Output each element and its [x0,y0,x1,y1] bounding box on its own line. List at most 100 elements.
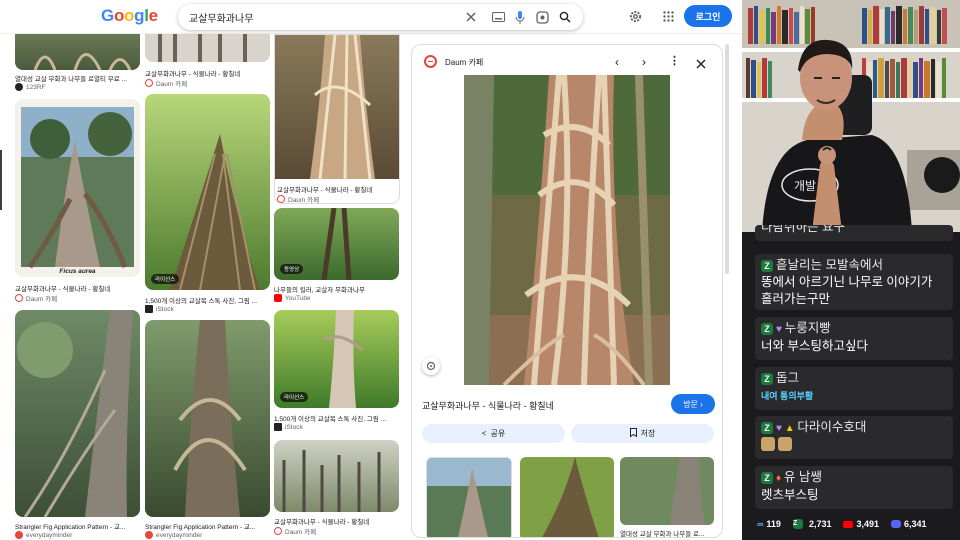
share-button[interactable]: < 공유 [422,424,565,443]
next-image-icon[interactable]: › [642,55,646,69]
result-title[interactable]: Strangler Fig Application Pattern - 교... [15,521,140,531]
keyboard-icon[interactable] [488,7,508,27]
save-button[interactable]: 저장 [571,424,714,443]
license-badge: 라이선스 [151,274,180,284]
related-caption[interactable]: 열대성 교살 무화과 나무들 로... [620,528,714,537]
result-source: Daum 카페 [274,526,316,536]
settings-gear-icon[interactable] [624,5,646,27]
result-thumbnail[interactable] [15,34,140,70]
source-name: Daum 카페 [288,197,320,204]
image-preview-panel: Daum 카페 ‹ › ⋮ 교살무화과나무 - 식물나라 - 황칠네 방문 › … [411,44,723,538]
image-result-card[interactable]: Strangler Fig Application Pattern - 교...… [15,310,140,540]
zee-badge-icon: Z [761,372,773,385]
save-label: 저장 [640,429,656,438]
result-thumbnail[interactable] [145,34,270,62]
image-result-card[interactable]: 교살무화과나무 - 식물나라 - 황칠네 Daum 카페 [274,440,399,540]
result-thumbnail[interactable]: 라이선스 [145,94,270,290]
istock-favicon-icon [274,423,282,431]
source-favicon-icon [145,531,153,539]
selected-image-result-card[interactable]: 교살무화과나무 - 식물나라 - 황칠네 Daum 카페 [274,34,400,204]
result-title[interactable]: 1,500개 이상의 교살목 스톡 사진, 그림 ... [145,295,270,305]
source-name: YouTube [285,294,311,302]
result-source: iStock [145,305,174,313]
link-icon: ∞ [757,519,764,529]
image-result-card[interactable]: 교살무화과나무 - 식물나라 - 황칠네 Daum 카페 [145,34,270,88]
share-label: 공유 [490,429,506,438]
result-source: Daum 카페 [277,194,320,204]
result-title[interactable]: 교살무화과나무 - 식물나라 - 황칠네 [274,516,399,526]
result-thumbnail[interactable]: 동영상 [274,208,399,280]
result-title[interactable]: 교살무화과나무 - 식물나라 - 황칠네 [15,283,140,293]
clear-icon[interactable] [461,7,481,27]
image-result-card[interactable]: 동영상 나무들의 킬러, 교살자 무화과나무 YouTube [274,208,399,304]
video-badge: 동영상 [280,264,304,274]
search-header: Google 교살무화과나무 로그인 [0,0,742,34]
source-name: Daum 카페 [285,529,317,536]
visit-button[interactable]: 방문 › [671,394,715,414]
result-thumbnail[interactable] [145,320,270,517]
result-source: everydayminder [15,531,72,539]
result-thumbnail[interactable]: 라이선스 [274,310,399,408]
chat-username: 누룽지빵 [784,321,831,335]
image-result-card[interactable]: 라이선스 1,500개 이상의 교살목 스톡 사진, 그림 ... iStock [145,94,270,316]
previous-image-icon[interactable]: ‹ [615,55,619,69]
result-title[interactable]: 열대성 교살 무화과 나무들 로열티 무료 ... [15,73,140,83]
lens-icon[interactable] [532,7,552,27]
result-thumbnail[interactable]: Ficus aurea [15,99,140,277]
preview-title[interactable]: 교살무화과나무 - 식물나라 - 황칠네 [422,399,554,412]
search-icon[interactable] [555,7,575,27]
result-title[interactable]: 나무들의 킬러, 교살자 무화과나무 [274,284,399,294]
related-image[interactable] [426,457,512,537]
license-badge: 라이선스 [280,392,309,402]
chat-username: 흩날리는 모발속에서 [776,258,883,272]
youtube-favicon-icon [274,294,282,302]
google-logo[interactable]: Google [101,6,158,26]
trophy-badge-icon: ▲ [784,423,798,434]
chat-message: Z ♥ 누룽지빵 너와 부스팅하고싶다 [755,317,953,360]
related-image[interactable] [520,457,614,537]
source-favicon-icon [15,531,23,539]
login-button[interactable]: 로그인 [684,5,732,27]
image-result-card[interactable]: Ficus aurea 교살무화과나무 - 식물나라 - 황칠네 Daum 카페 [15,99,140,305]
webcam-feed: 개발 [742,0,960,232]
image-result-card[interactable]: 라이선스 1,500개 이상의 교살목 스톡 사진, 그림 ... iStock [274,310,399,434]
source-favicon-icon [15,83,23,91]
result-title[interactable]: 교살무화과나무 - 식물나라 - 황칠네 [277,184,397,194]
microphone-icon[interactable] [510,7,530,27]
panel-source-name[interactable]: Daum 카페 [445,57,483,68]
daum-logo-icon [424,55,437,68]
svg-text:개발: 개발 [794,179,816,193]
chat-username: 유 남쌩 [783,470,822,484]
viewer-stat: ∞ 119 [757,519,781,529]
apps-grid-icon[interactable] [657,5,679,27]
chat-text: 똥에서 아르기닌 나무로 이야기가 흘러가는구만 [761,275,933,306]
result-title[interactable]: Strangler Fig Application Pattern - 교... [145,521,270,531]
stream-overlay: 개발 다람쥐하는 요구 Z 흩날리는 모발속에서 똥에서 아르기닌 나무로 이야기… [742,0,960,540]
preview-image[interactable] [464,75,670,385]
zee-stat-icon: Z [792,519,803,529]
lens-search-icon[interactable] [422,357,440,375]
result-source: 123RF [15,83,46,91]
chat-text: 너와 부스팅하고싶다 [761,339,868,353]
image-result-card[interactable]: Strangler Fig Application Pattern - 교...… [145,320,270,540]
source-name: everydayminder [156,531,203,539]
search-query[interactable]: 교살무화과나무 [189,10,253,25]
result-thumbnail[interactable] [275,35,399,179]
daum-favicon-icon [15,294,23,302]
close-icon[interactable] [696,56,706,74]
panel-scrollbar[interactable] [725,44,729,274]
scroll-edge [0,150,2,210]
youtube-icon [843,520,854,528]
heart-badge-icon: ♥ [776,423,785,434]
search-box[interactable]: 교살무화과나무 [178,4,583,30]
result-title[interactable]: 1,500개 이상의 교살목 스톡 사진, 그림 ... [274,413,399,423]
result-title[interactable]: 교살무화과나무 - 식물나라 - 황칠네 [145,68,270,78]
image-result-card[interactable]: 열대성 교살 무화과 나무들 로열티 무료 ... 123RF [15,34,140,94]
more-options-icon[interactable]: ⋮ [669,54,680,67]
chat-message: 다람쥐하는 요구 [755,225,953,241]
related-image[interactable] [620,457,714,525]
result-thumbnail[interactable] [15,310,140,517]
zee-badge-icon: Z [761,259,773,272]
result-source: Daum 카페 [15,293,57,303]
result-thumbnail[interactable] [274,440,399,512]
